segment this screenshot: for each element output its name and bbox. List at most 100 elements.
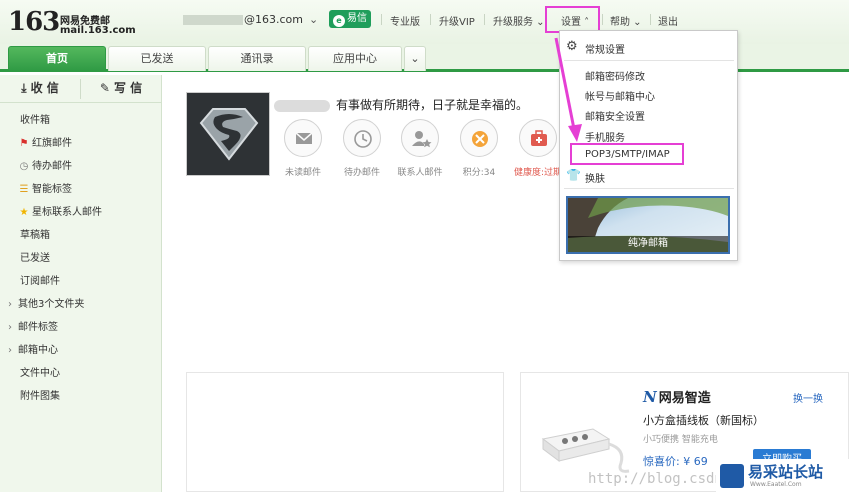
greeting-text: 有事做有所期待，日子就是幸福的。	[336, 98, 529, 112]
tab-contacts[interactable]: 通讯录	[208, 46, 306, 71]
sidebar-item-drafts[interactable]: 草稿箱	[20, 227, 50, 245]
logout-link[interactable]: 退出	[658, 13, 678, 28]
sidebar-item-todo[interactable]: ◷ 待办邮件	[18, 158, 72, 176]
stat-label: 待办邮件	[343, 168, 380, 178]
sidebar-item-label: 邮件标签	[18, 322, 58, 333]
clock-icon: ◷	[19, 161, 29, 172]
sidebar-item-attachments[interactable]: 附件图集	[20, 388, 60, 406]
sidebar: ⤓ 收 信 ✎ 写 信 收件箱 ⚑ 红旗邮件 ◷ 待办邮件 ☰ 智能标签 ★ 星标联系人邮件…	[0, 75, 162, 492]
tab-app-center[interactable]: 应用中心	[308, 46, 402, 71]
gear-icon: ⚙	[566, 39, 578, 54]
stat-points[interactable]: 积分:34	[449, 119, 509, 178]
brand-name: N 网易智造	[643, 387, 711, 406]
tab-sent[interactable]: 已发送	[108, 46, 206, 71]
tab-more-chevron-icon[interactable]: ⌄	[404, 46, 426, 71]
stat-contacts[interactable]: 联系人邮件	[390, 119, 450, 178]
sidebar-item-label: 其他3个文件夹	[18, 299, 85, 310]
sidebar-item-label: 邮箱中心	[18, 345, 58, 356]
sidebar-item-mail-tags[interactable]: › 邮件标签	[8, 319, 58, 337]
sidebar-item-label: 红旗邮件	[32, 138, 72, 149]
tags-icon: ☰	[19, 184, 29, 195]
masked-username	[183, 15, 243, 25]
user-account-menu[interactable]: @163.com ⌄	[183, 13, 318, 26]
envelope-icon	[284, 119, 322, 157]
pro-version-link[interactable]: 专业版	[390, 13, 420, 28]
upgrade-service-label: 升级服务	[493, 17, 533, 28]
sidebar-item-starred-contacts[interactable]: ★ 星标联系人邮件	[18, 204, 102, 222]
sidebar-item-flagged[interactable]: ⚑ 红旗邮件	[18, 135, 72, 153]
chevron-down-icon: ⌄	[533, 17, 545, 28]
site-watermark-badge: 易采站长站 Www.Eaatel.Com	[716, 459, 849, 492]
compose-row: ⤓ 收 信 ✎ 写 信	[0, 75, 161, 103]
sidebar-item-file-center[interactable]: 文件中心	[20, 365, 60, 383]
sidebar-item-other-folders[interactable]: › 其他3个文件夹	[8, 296, 84, 314]
logo-number: 163	[8, 7, 60, 37]
chevron-right-icon: ›	[8, 299, 12, 310]
avatar[interactable]	[186, 92, 270, 176]
stat-label: 未读邮件	[284, 168, 321, 178]
yixin-icon: e	[333, 15, 345, 27]
star-icon: ★	[19, 207, 29, 218]
brand-mark: N	[643, 388, 657, 406]
write-label: 写 信	[113, 81, 143, 95]
chevron-down-icon: ⌄	[630, 17, 642, 28]
menu-item-account-center[interactable]: 帐号与邮箱中心	[585, 88, 655, 103]
site-logo-icon	[720, 464, 744, 488]
chevron-right-icon: ›	[8, 322, 12, 333]
red-flag-icon: ⚑	[19, 138, 29, 149]
superman-logo-icon	[187, 93, 269, 175]
yixin-button[interactable]: e 易信	[329, 10, 371, 28]
product-price: 惊喜价: ¥ 69	[643, 455, 708, 468]
sidebar-item-label: 智能标签	[32, 184, 72, 195]
swap-link[interactable]: 换一换	[793, 390, 823, 405]
menu-item-change-skin[interactable]: 换肤	[585, 170, 605, 185]
sidebar-item-label: 星标联系人邮件	[32, 207, 102, 218]
divider	[484, 14, 485, 25]
skin-thumbnail[interactable]: 纯净邮箱	[566, 196, 730, 254]
product-name[interactable]: 小方盒插线板（新国标）	[643, 412, 764, 428]
blog-watermark: http://blog.csdn	[588, 471, 723, 487]
divider	[602, 14, 603, 25]
masked-username	[274, 99, 330, 112]
divider	[381, 14, 382, 25]
tab-home[interactable]: 首页	[8, 46, 106, 71]
sidebar-item-sent[interactable]: 已发送	[20, 250, 50, 268]
chevron-right-icon: ›	[8, 345, 12, 356]
sidebar-item-subscriptions[interactable]: 订阅邮件	[20, 273, 60, 291]
stat-todo[interactable]: 待办邮件	[332, 119, 392, 178]
power-strip-image	[541, 428, 630, 473]
upgrade-service-menu[interactable]: 升级服务 ⌄	[493, 13, 545, 28]
write-mail-button[interactable]: ✎ 写 信	[81, 75, 161, 103]
clock-icon	[343, 119, 381, 157]
greeting: 有事做有所期待，日子就是幸福的。	[274, 96, 528, 113]
divider	[650, 14, 651, 25]
stat-label: 联系人邮件	[397, 168, 443, 178]
pop3-highlight-box	[570, 143, 684, 165]
menu-item-mobile-service[interactable]: 手机服务	[585, 129, 625, 144]
points-badge-icon	[460, 119, 498, 157]
user-email-domain: @163.com	[244, 13, 303, 26]
download-icon: ⤓	[21, 81, 27, 95]
sidebar-item-mailbox-center[interactable]: › 邮箱中心	[8, 342, 58, 360]
upgrade-vip-link[interactable]: 升级VIP	[439, 13, 475, 28]
tshirt-icon: 👕	[566, 168, 581, 182]
menu-item-security-settings[interactable]: 邮箱安全设置	[585, 108, 645, 123]
empty-card	[186, 372, 504, 492]
sidebar-item-label: 待办邮件	[32, 161, 72, 172]
help-label: 帮助	[610, 17, 630, 28]
menu-item-change-password[interactable]: 邮箱密码修改	[585, 68, 645, 83]
skin-caption: 纯净邮箱	[568, 236, 728, 252]
brand-text: 网易智造	[658, 391, 711, 406]
stat-unread[interactable]: 未读邮件	[273, 119, 333, 178]
receive-mail-button[interactable]: ⤓ 收 信	[0, 75, 80, 103]
yixin-label: 易信	[347, 13, 367, 24]
menu-item-general-settings[interactable]: 常规设置	[585, 41, 625, 56]
help-menu[interactable]: 帮助 ⌄	[610, 13, 642, 28]
stat-label: 积分:34	[462, 168, 496, 178]
site-name: 易采站长站	[748, 463, 824, 481]
sidebar-item-inbox[interactable]: 收件箱	[20, 112, 50, 130]
sidebar-item-smart-tags[interactable]: ☰ 智能标签	[18, 181, 72, 199]
logo-domain: mail.163.com	[60, 25, 136, 36]
settings-highlight-box	[545, 6, 600, 33]
pencil-icon: ✎	[99, 81, 110, 95]
